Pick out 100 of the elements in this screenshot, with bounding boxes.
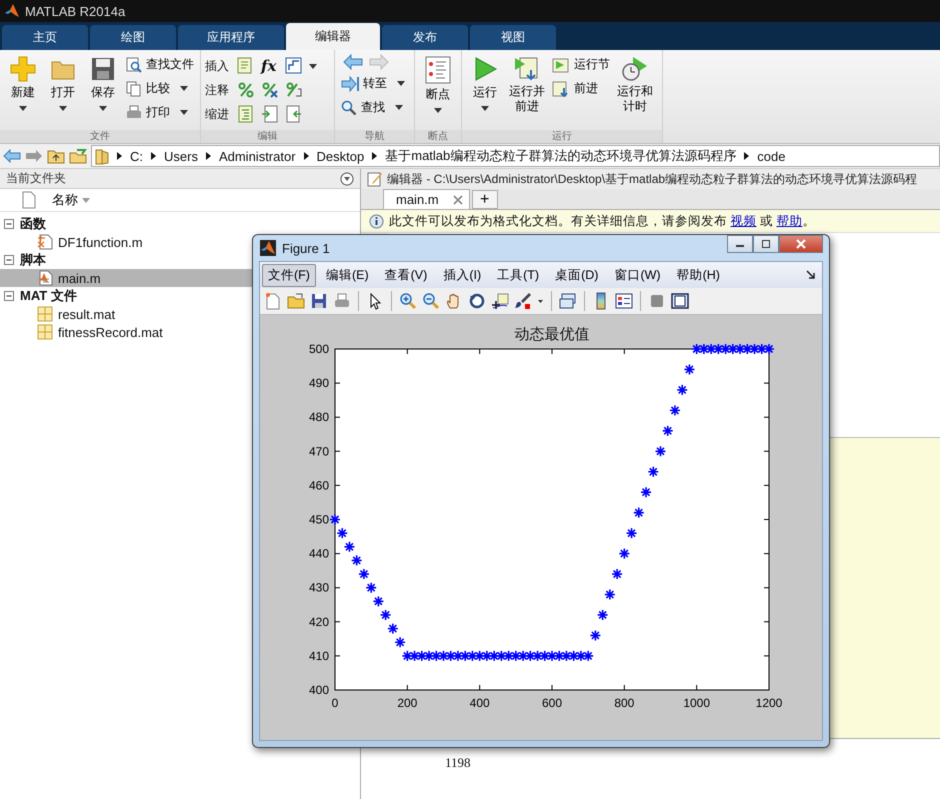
ribbon-tab[interactable]: 发布: [382, 25, 468, 50]
file-item[interactable]: result.mat: [0, 305, 124, 323]
legend-icon[interactable]: [615, 292, 633, 310]
data-cursor-icon[interactable]: [491, 292, 509, 310]
dock-arrow-icon[interactable]: [806, 270, 816, 280]
new-tab-button[interactable]: +: [472, 190, 498, 209]
zoom-in-icon[interactable]: [399, 292, 417, 310]
group-heading: MAT 文件: [20, 287, 77, 305]
new-button[interactable]: 新建: [4, 54, 42, 113]
data-marker: [734, 343, 746, 355]
close-button[interactable]: [779, 235, 823, 253]
ribbon-tab[interactable]: 编辑器: [286, 23, 380, 50]
run-section-button[interactable]: 运行节: [550, 54, 612, 75]
frame-icon[interactable]: [671, 292, 689, 310]
data-marker: [350, 554, 362, 566]
path-segment[interactable]: Desktop: [316, 148, 364, 164]
data-marker: [452, 650, 464, 662]
y-tick-label: 500: [308, 342, 329, 356]
outdent-icon[interactable]: [285, 105, 303, 123]
menu-item[interactable]: 文件(F): [262, 264, 316, 286]
wrap-comment-icon[interactable]: [285, 81, 303, 99]
indent-icon[interactable]: [261, 105, 279, 123]
back-arrow-icon[interactable]: [343, 54, 363, 70]
caret-icon: [395, 105, 403, 110]
format-icon[interactable]: [285, 57, 303, 75]
section-play-icon: [552, 56, 570, 72]
minimize-button[interactable]: [727, 235, 753, 253]
run-and-time-button[interactable]: 运行和 计时: [614, 54, 656, 116]
collapse-icon[interactable]: [4, 219, 14, 229]
open-folder-icon[interactable]: [287, 292, 305, 310]
path-segment[interactable]: code: [757, 148, 786, 164]
menu-item[interactable]: 帮助(H): [670, 264, 726, 286]
help-link[interactable]: 帮助: [776, 214, 802, 228]
collapse-icon[interactable]: [4, 255, 14, 265]
file-item[interactable]: DF1function.m: [0, 233, 151, 251]
up-folder-icon[interactable]: [47, 148, 65, 164]
insert-function-button[interactable]: fx: [261, 57, 281, 75]
save-icon[interactable]: [310, 292, 328, 310]
ribbon-tab[interactable]: 主页: [2, 25, 88, 50]
data-marker: [380, 609, 392, 621]
file-icon: [22, 191, 36, 209]
x-tick-label: 200: [397, 696, 418, 710]
run-button[interactable]: 运行: [466, 54, 504, 113]
path-segment[interactable]: C:: [130, 148, 143, 164]
close-icon[interactable]: [452, 194, 463, 204]
print-button[interactable]: 打印: [124, 102, 196, 123]
save-button[interactable]: 保存: [84, 54, 122, 113]
rotate-icon[interactable]: [468, 292, 486, 310]
compare-button[interactable]: 比较: [124, 78, 196, 99]
menu-item[interactable]: 查看(V): [378, 264, 434, 286]
uncomment-icon[interactable]: [261, 81, 279, 99]
file-item[interactable]: fitnessRecord.mat: [0, 323, 171, 341]
comment-label: 注释: [205, 82, 230, 98]
brush-icon[interactable]: [514, 292, 532, 310]
ribbon-tab[interactable]: 视图: [470, 25, 556, 50]
ribbon-tab[interactable]: 应用程序: [178, 25, 284, 50]
mat-file-icon: [37, 324, 53, 340]
group-label: 编辑: [201, 130, 334, 143]
path-segment[interactable]: Administrator: [218, 148, 296, 164]
data-marker: [408, 650, 420, 662]
path-segment[interactable]: 基于matlab编程动态粒子群算法的动态环境寻优算法源码程序: [385, 147, 736, 165]
breakpoints-button[interactable]: 断点: [419, 54, 457, 115]
data-marker: [575, 650, 587, 662]
arrow-to-bar-icon: [341, 76, 359, 92]
go-to-button[interactable]: 转至: [339, 73, 407, 94]
panel-menu-icon[interactable]: [340, 172, 354, 186]
back-arrow-icon[interactable]: [3, 149, 21, 163]
run-and-advance-button[interactable]: 运行并 前进: [506, 54, 548, 116]
menu-item[interactable]: 桌面(D): [549, 264, 604, 286]
menu-item[interactable]: 插入(I): [437, 264, 488, 286]
new-file-icon[interactable]: [264, 292, 282, 310]
menu-item[interactable]: 工具(T): [491, 264, 546, 286]
group-label: 断点: [415, 130, 461, 143]
find-files-button[interactable]: 查找文件: [124, 54, 196, 75]
ribbon-tab[interactable]: 绘图: [90, 25, 176, 50]
name-column-header[interactable]: 名称: [46, 190, 96, 210]
smart-indent-icon[interactable]: [237, 105, 255, 123]
comment-icon[interactable]: [237, 81, 255, 99]
advance-button[interactable]: 前进: [550, 78, 612, 99]
data-marker: [538, 650, 551, 662]
find-button[interactable]: 查找: [339, 97, 405, 118]
video-link[interactable]: 视频: [730, 214, 756, 228]
print-icon[interactable]: [333, 292, 351, 310]
file-tab[interactable]: main.m: [383, 189, 470, 209]
open-button[interactable]: 打开: [44, 54, 82, 113]
run-advance-icon: [514, 56, 540, 82]
square-icon[interactable]: [648, 292, 666, 310]
menu-item[interactable]: 窗口(W): [608, 264, 667, 286]
maximize-button[interactable]: [753, 235, 779, 253]
address-field[interactable]: C: Users Administrator Desktop 基于matlab编程动态粒子群算法的动态环境寻优算法源码程序 code: [91, 145, 940, 167]
x-tick-label: 1200: [756, 696, 782, 710]
path-segment[interactable]: Users: [164, 148, 198, 164]
caret-icon[interactable]: [309, 64, 317, 68]
data-marker: [698, 343, 710, 355]
x-tick-label: 1000: [683, 696, 710, 710]
collapse-icon[interactable]: [4, 291, 14, 301]
data-marker: [582, 650, 594, 662]
stopwatch-icon: [621, 56, 649, 82]
zoom-out-icon[interactable]: [422, 292, 440, 310]
caret-icon: [19, 106, 27, 111]
